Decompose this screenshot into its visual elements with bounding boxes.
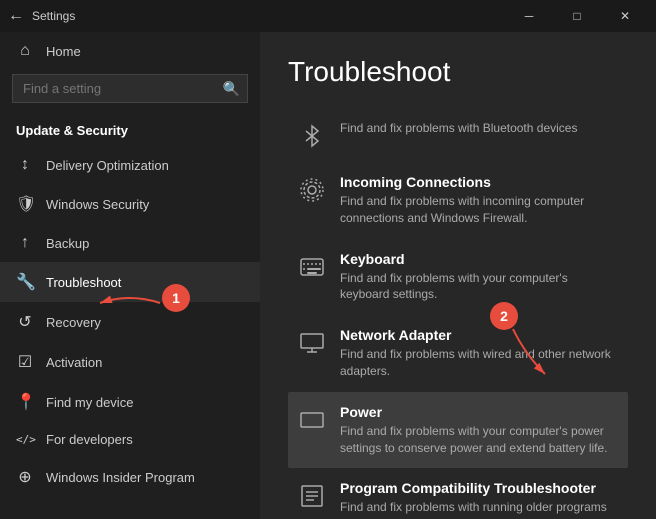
sidebar-item-developers[interactable]: </> For developers: [0, 422, 260, 457]
sidebar: ⌂ Home 🔍 Update & Security ↕ Delivery Op…: [0, 32, 260, 519]
network-text: Network Adapter Find and fix problems wi…: [340, 327, 618, 380]
insider-icon: ⊕: [16, 467, 34, 487]
sidebar-item-developers-label: For developers: [46, 432, 133, 447]
sidebar-item-delivery-label: Delivery Optimization: [46, 158, 169, 173]
sidebar-section-title: Update & Security: [0, 115, 260, 146]
bluetooth-desc: Find and fix problems with Bluetooth dev…: [340, 120, 577, 137]
network-name: Network Adapter: [340, 327, 618, 343]
compatibility-text: Program Compatibility Troubleshooter Fin…: [340, 480, 618, 519]
sidebar-item-insider[interactable]: ⊕ Windows Insider Program: [0, 457, 260, 497]
developers-icon: </>: [16, 433, 34, 446]
page-title: Troubleshoot: [288, 56, 628, 88]
keyboard-text: Keyboard Find and fix problems with your…: [340, 251, 618, 304]
sidebar-item-troubleshoot-label: Troubleshoot: [46, 275, 121, 290]
search-icon: 🔍: [223, 80, 240, 97]
compatibility-desc: Find and fix problems with running older…: [340, 499, 618, 519]
troubleshoot-power[interactable]: Power Find and fix problems with your co…: [288, 392, 628, 469]
sidebar-item-backup-label: Backup: [46, 236, 89, 251]
bluetooth-icon: [298, 122, 326, 150]
home-icon: ⌂: [16, 42, 34, 60]
back-icon[interactable]: ←: [8, 7, 24, 25]
find-device-icon: 📍: [16, 392, 34, 412]
keyboard-name: Keyboard: [340, 251, 618, 267]
sidebar-item-backup[interactable]: ↑ Backup: [0, 224, 260, 262]
sidebar-search-container: 🔍: [12, 74, 248, 103]
content-area: Troubleshoot Find and fix problems with …: [260, 32, 656, 519]
power-name: Power: [340, 404, 618, 420]
troubleshoot-bluetooth[interactable]: Find and fix problems with Bluetooth dev…: [288, 108, 628, 162]
sidebar-item-activation-label: Activation: [46, 355, 102, 370]
network-desc: Find and fix problems with wired and oth…: [340, 346, 618, 380]
troubleshoot-network[interactable]: Network Adapter Find and fix problems wi…: [288, 315, 628, 392]
main-layout: ⌂ Home 🔍 Update & Security ↕ Delivery Op…: [0, 32, 656, 519]
sidebar-item-windows-security[interactable]: 🛡 Windows Security: [0, 184, 260, 224]
sidebar-item-home-label: Home: [46, 44, 81, 59]
keyboard-desc: Find and fix problems with your computer…: [340, 270, 618, 304]
sidebar-item-recovery[interactable]: ↺ Recovery: [0, 302, 260, 342]
keyboard-icon: [298, 253, 326, 281]
power-desc: Find and fix problems with your computer…: [340, 423, 618, 457]
sidebar-item-find-device-label: Find my device: [46, 395, 133, 410]
titlebar: ← Settings ─ □ ✕: [0, 0, 656, 32]
sidebar-item-insider-label: Windows Insider Program: [46, 470, 195, 485]
activation-icon: ☑: [16, 352, 34, 372]
sidebar-item-activation[interactable]: ☑ Activation: [0, 342, 260, 382]
incoming-icon: [298, 176, 326, 204]
titlebar-title: Settings: [32, 9, 75, 23]
sidebar-item-recovery-label: Recovery: [46, 315, 101, 330]
recovery-icon: ↺: [16, 312, 34, 332]
titlebar-controls: ─ □ ✕: [506, 0, 648, 32]
maximize-button[interactable]: □: [554, 0, 600, 32]
sidebar-item-delivery-optimization[interactable]: ↕ Delivery Optimization: [0, 146, 260, 184]
power-icon: [298, 406, 326, 434]
troubleshoot-keyboard[interactable]: Keyboard Find and fix problems with your…: [288, 239, 628, 316]
sidebar-item-home[interactable]: ⌂ Home: [0, 32, 260, 70]
troubleshoot-compatibility[interactable]: Program Compatibility Troubleshooter Fin…: [288, 468, 628, 519]
sidebar-item-windows-security-label: Windows Security: [46, 197, 149, 212]
power-text: Power Find and fix problems with your co…: [340, 404, 618, 457]
incoming-text: Incoming Connections Find and fix proble…: [340, 174, 618, 227]
sidebar-item-find-device[interactable]: 📍 Find my device: [0, 382, 260, 422]
network-icon: [298, 329, 326, 357]
shield-icon: 🛡: [16, 194, 34, 214]
incoming-desc: Find and fix problems with incoming comp…: [340, 193, 618, 227]
titlebar-left: ← Settings: [8, 7, 75, 25]
sidebar-item-troubleshoot[interactable]: 🔧 Troubleshoot: [0, 262, 260, 302]
bluetooth-text: Find and fix problems with Bluetooth dev…: [340, 120, 577, 137]
close-button[interactable]: ✕: [602, 0, 648, 32]
compatibility-icon: [298, 482, 326, 510]
compatibility-name: Program Compatibility Troubleshooter: [340, 480, 618, 496]
troubleshoot-icon: 🔧: [16, 272, 34, 292]
backup-icon: ↑: [16, 234, 34, 252]
incoming-name: Incoming Connections: [340, 174, 618, 190]
troubleshoot-incoming[interactable]: Incoming Connections Find and fix proble…: [288, 162, 628, 239]
search-input[interactable]: [12, 74, 248, 103]
delivery-icon: ↕: [16, 156, 34, 174]
minimize-button[interactable]: ─: [506, 0, 552, 32]
